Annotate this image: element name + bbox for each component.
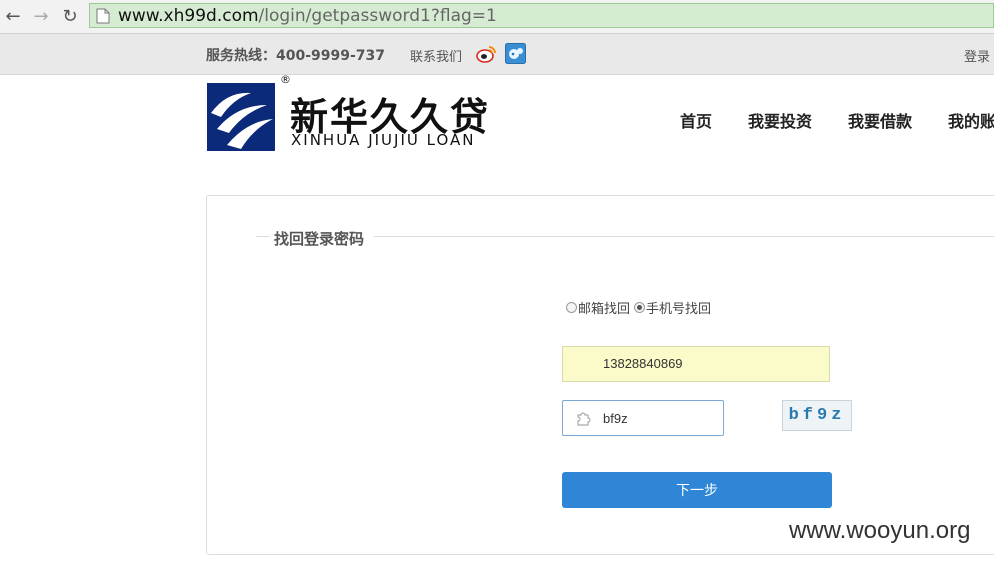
phone-number-input[interactable]: 13828840869 (562, 346, 830, 382)
nav-item-account[interactable]: 我的账 (948, 108, 994, 132)
captcha-value: bf9z (603, 410, 628, 426)
forward-icon[interactable]: → (31, 6, 51, 27)
qq-icon[interactable] (505, 43, 526, 64)
captcha-input[interactable]: bf9z (562, 400, 724, 436)
login-link[interactable]: 登录 (964, 46, 990, 65)
email-radio-label[interactable]: 邮箱找回 (578, 298, 630, 317)
url-host: www.xh99d.com (118, 5, 259, 26)
hotline-text: 服务热线：400-9999-737 (206, 48, 386, 64)
recovery-method-group: 邮箱找回 手机号找回 (566, 298, 715, 317)
phone-radio[interactable] (634, 302, 646, 313)
phone-radio-label[interactable]: 手机号找回 (646, 298, 711, 317)
legend-divider-right (374, 236, 994, 237)
registered-mark: ® (280, 73, 291, 86)
form-title: 找回登录密码 (274, 230, 365, 248)
nav-item-borrow[interactable]: 我要借款 (848, 108, 912, 132)
reload-icon[interactable]: ↻ (60, 6, 80, 27)
browser-toolbar: ← → ↻ www.xh99d.com/login/getpassword1?f… (0, 0, 994, 34)
logo-icon[interactable] (207, 83, 275, 151)
legend-divider-left (256, 236, 270, 237)
top-info-bar: 服务热线：400-9999-737 联系我们 登录 (0, 34, 994, 75)
nav-item-home[interactable]: 首页 (680, 108, 712, 132)
captcha-image[interactable]: bf9z (782, 400, 852, 431)
puzzle-icon (577, 412, 591, 426)
email-radio[interactable] (566, 302, 577, 313)
contact-us-link[interactable]: 联系我们 (410, 46, 462, 65)
back-icon[interactable]: ← (3, 6, 23, 27)
watermark: www.wooyun.org (789, 517, 971, 544)
address-bar[interactable]: www.xh99d.com/login/getpassword1?flag=1 (89, 3, 994, 28)
page-icon (96, 8, 110, 23)
main-nav: 首页 我要投资 我要借款 我的账 (680, 108, 994, 132)
nav-item-invest[interactable]: 我要投资 (748, 108, 812, 132)
next-step-button[interactable]: 下一步 (562, 472, 832, 508)
weibo-icon[interactable] (476, 44, 496, 64)
logo-english-name: XINHUA JIUJIU LOAN (291, 131, 476, 149)
url-path: /login/getpassword1?flag=1 (258, 5, 497, 26)
